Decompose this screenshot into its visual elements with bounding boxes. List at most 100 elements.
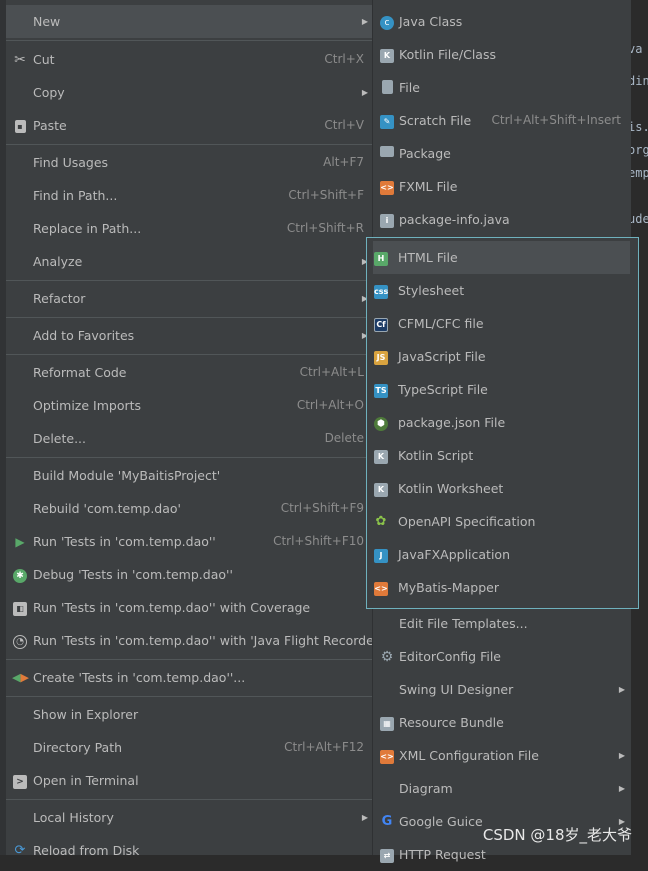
menu-item-open-in-terminal[interactable]: > Open in Terminal bbox=[6, 764, 374, 797]
coverage-icon: ◧ bbox=[12, 600, 28, 616]
new-kotlin-file[interactable]: K Kotlin File/Class bbox=[373, 38, 631, 71]
watermark: CSDN @18岁_老大爷 bbox=[482, 826, 632, 844]
menu-item-find-in-path[interactable]: Find in Path... Ctrl+Shift+F bbox=[6, 179, 374, 212]
scissors-icon: ✂ bbox=[14, 52, 26, 68]
java-class-icon: c bbox=[379, 14, 395, 30]
menu-item-paste[interactable]: ▪ Paste Ctrl+V bbox=[6, 109, 374, 142]
menu-separator bbox=[6, 317, 374, 318]
menu-item-show-in-explorer[interactable]: Show in Explorer bbox=[6, 698, 374, 731]
menu-item-analyze[interactable]: Analyze ▶ bbox=[6, 245, 374, 278]
menu-item-replace-in-path[interactable]: Replace in Path... Ctrl+Shift+R bbox=[6, 212, 374, 245]
menu-item-build-module[interactable]: Build Module 'MyBaitisProject' bbox=[6, 459, 374, 492]
new-openapi-specification[interactable]: ✿ OpenAPI Specification bbox=[367, 505, 638, 538]
http-request-icon: ⇄ bbox=[379, 847, 395, 863]
submenu-arrow-icon: ▶ bbox=[361, 17, 368, 26]
menu-item-run-with-coverage[interactable]: ◧ Run 'Tests in 'com.temp.dao'' with Cov… bbox=[6, 591, 374, 624]
menu-separator bbox=[6, 40, 374, 41]
terminal-icon: > bbox=[12, 773, 28, 789]
new-edit-file-templates[interactable]: Edit File Templates... bbox=[373, 607, 631, 640]
submenu-arrow-icon: ▶ bbox=[361, 88, 368, 97]
new-stylesheet[interactable]: css Stylesheet bbox=[367, 274, 638, 307]
new-editorconfig-file[interactable]: ⚙ EditorConfig File bbox=[373, 640, 631, 673]
new-package[interactable]: Package bbox=[373, 137, 631, 170]
scratch-file-icon: ✎ bbox=[379, 113, 395, 129]
kotlin-worksheet-icon: K bbox=[373, 481, 389, 497]
new-kotlin-script[interactable]: K Kotlin Script bbox=[367, 439, 638, 472]
new-cfml-file[interactable]: Cf CFML/CFC file bbox=[367, 307, 638, 340]
code-fragment: din bbox=[628, 74, 648, 88]
code-fragment: ude bbox=[628, 212, 648, 226]
javafx-file-icon: J bbox=[373, 547, 389, 563]
new-package-info[interactable]: i package-info.java bbox=[373, 203, 631, 236]
code-fragment: org bbox=[628, 143, 648, 157]
menu-separator bbox=[6, 799, 374, 800]
menu-separator bbox=[6, 457, 374, 458]
new-java-class[interactable]: c Java Class bbox=[373, 5, 631, 38]
new-typescript-file[interactable]: TS TypeScript File bbox=[367, 373, 638, 406]
kotlin-file-icon: K bbox=[379, 47, 395, 63]
cfml-file-icon: Cf bbox=[373, 316, 389, 332]
gear-icon: ⚙ bbox=[380, 649, 394, 665]
menu-separator bbox=[6, 354, 374, 355]
run-icon: ▶ bbox=[15, 535, 25, 549]
resource-bundle-icon: ▦ bbox=[379, 715, 395, 731]
menu-item-run-with-flight-recorder[interactable]: ◔ Run 'Tests in 'com.temp.dao'' with 'Ja… bbox=[6, 624, 382, 657]
menu-item-new[interactable]: New ▶ bbox=[6, 5, 374, 38]
fxml-file-icon: <> bbox=[379, 179, 395, 195]
menu-item-cut[interactable]: ✂ Cut Ctrl+X bbox=[6, 43, 374, 76]
menu-item-reload-from-disk[interactable]: ⟳ Reload from Disk bbox=[6, 834, 374, 867]
submenu-arrow-icon: ▶ bbox=[618, 751, 625, 760]
menu-item-optimize-imports[interactable]: Optimize Imports Ctrl+Alt+O bbox=[6, 389, 374, 422]
menu-item-copy[interactable]: Copy ▶ bbox=[6, 76, 374, 109]
new-swing-ui-designer[interactable]: Swing UI Designer ▶ bbox=[373, 673, 631, 706]
new-file[interactable]: File bbox=[373, 71, 631, 104]
new-package-json-file[interactable]: ⬢ package.json File bbox=[367, 406, 638, 439]
css-file-icon: css bbox=[373, 283, 389, 299]
reload-icon: ⟳ bbox=[14, 843, 26, 858]
menu-separator bbox=[6, 144, 374, 145]
html-file-icon: H bbox=[373, 250, 389, 266]
openapi-icon: ✿ bbox=[375, 514, 387, 529]
code-fragment: emp bbox=[628, 166, 648, 180]
javascript-file-icon: JS bbox=[373, 349, 389, 365]
nodejs-hexagon-icon: ⬢ bbox=[373, 415, 389, 431]
typescript-file-icon: TS bbox=[373, 382, 389, 398]
new-fxml-file[interactable]: <> FXML File bbox=[373, 170, 631, 203]
menu-item-local-history[interactable]: Local History ▶ bbox=[6, 801, 374, 834]
menu-item-rebuild[interactable]: Rebuild 'com.temp.dao' Ctrl+Shift+F9 bbox=[6, 492, 374, 525]
file-templates-group: H HTML File css Stylesheet Cf CFML/CFC f… bbox=[366, 237, 639, 609]
new-html-file[interactable]: H HTML File bbox=[373, 241, 630, 274]
menu-separator bbox=[6, 696, 374, 697]
new-mybatis-mapper[interactable]: <> MyBatis-Mapper bbox=[367, 571, 638, 604]
xml-file-icon: <> bbox=[379, 748, 395, 764]
google-icon: G bbox=[381, 814, 393, 829]
new-javafx-application[interactable]: J JavaFXApplication bbox=[367, 538, 638, 571]
code-fragment: is. bbox=[628, 120, 648, 134]
menu-separator bbox=[6, 659, 374, 660]
debug-bug-icon: ✱ bbox=[12, 567, 28, 583]
menu-item-refactor[interactable]: Refactor ▶ bbox=[6, 282, 374, 315]
new-javascript-file[interactable]: JS JavaScript File bbox=[367, 340, 638, 373]
new-xml-configuration-file[interactable]: <> XML Configuration File ▶ bbox=[373, 739, 631, 772]
submenu-arrow-icon: ▶ bbox=[618, 784, 625, 793]
menu-separator bbox=[6, 280, 374, 281]
menu-item-create-tests[interactable]: ◀▶ Create 'Tests in 'com.temp.dao''... bbox=[6, 661, 374, 694]
package-folder-icon bbox=[379, 146, 395, 162]
menu-item-run-tests[interactable]: ▶ Run 'Tests in 'com.temp.dao'' Ctrl+Shi… bbox=[6, 525, 374, 558]
create-test-icon: ◀▶ bbox=[12, 671, 29, 684]
clipboard-icon: ▪ bbox=[12, 118, 28, 134]
file-icon bbox=[379, 80, 395, 96]
menu-item-add-to-favorites[interactable]: Add to Favorites ▶ bbox=[6, 319, 374, 352]
menu-item-find-usages[interactable]: Find Usages Alt+F7 bbox=[6, 146, 374, 179]
submenu-arrow-icon: ▶ bbox=[618, 685, 625, 694]
kotlin-script-icon: K bbox=[373, 448, 389, 464]
new-scratch-file[interactable]: ✎ Scratch File Ctrl+Alt+Shift+Insert bbox=[373, 104, 631, 137]
new-kotlin-worksheet[interactable]: K Kotlin Worksheet bbox=[367, 472, 638, 505]
context-menu: New ▶ ✂ Cut Ctrl+X Copy ▶ ▪ Paste Ctrl+V… bbox=[6, 0, 382, 858]
menu-item-reformat-code[interactable]: Reformat Code Ctrl+Alt+L bbox=[6, 356, 374, 389]
menu-item-delete[interactable]: Delete... Delete bbox=[6, 422, 374, 455]
new-resource-bundle[interactable]: ▦ Resource Bundle bbox=[373, 706, 631, 739]
new-diagram[interactable]: Diagram ▶ bbox=[373, 772, 631, 805]
menu-item-debug-tests[interactable]: ✱ Debug 'Tests in 'com.temp.dao'' bbox=[6, 558, 374, 591]
menu-item-directory-path[interactable]: Directory Path Ctrl+Alt+F12 bbox=[6, 731, 374, 764]
